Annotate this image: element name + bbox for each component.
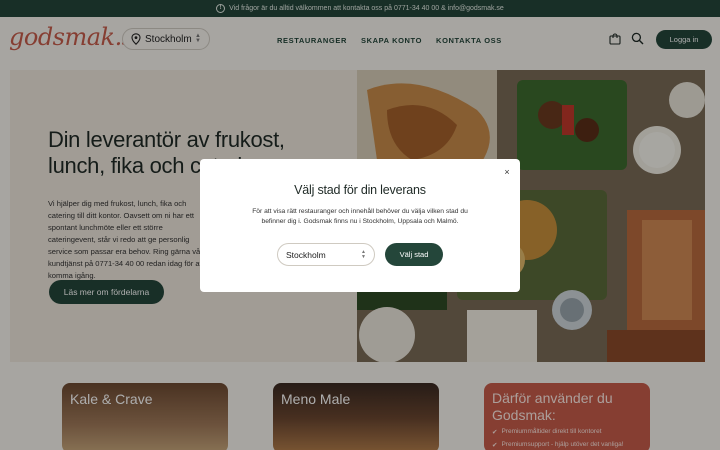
modal-city-select-value: Stockholm <box>286 249 326 260</box>
modal-description: För att visa rätt restauranger och inneh… <box>252 208 468 225</box>
modal-city-select[interactable]: Stockholm ▲ ▼ <box>277 243 375 266</box>
modal-title: Välj stad för din leverans <box>294 183 426 197</box>
updown-chevron-icon: ▲ ▼ <box>361 249 366 260</box>
choose-city-button[interactable]: Välj stad <box>385 243 443 266</box>
close-icon[interactable]: × <box>502 167 512 177</box>
city-select-modal: × Välj stad för din leverans För att vis… <box>200 159 520 292</box>
